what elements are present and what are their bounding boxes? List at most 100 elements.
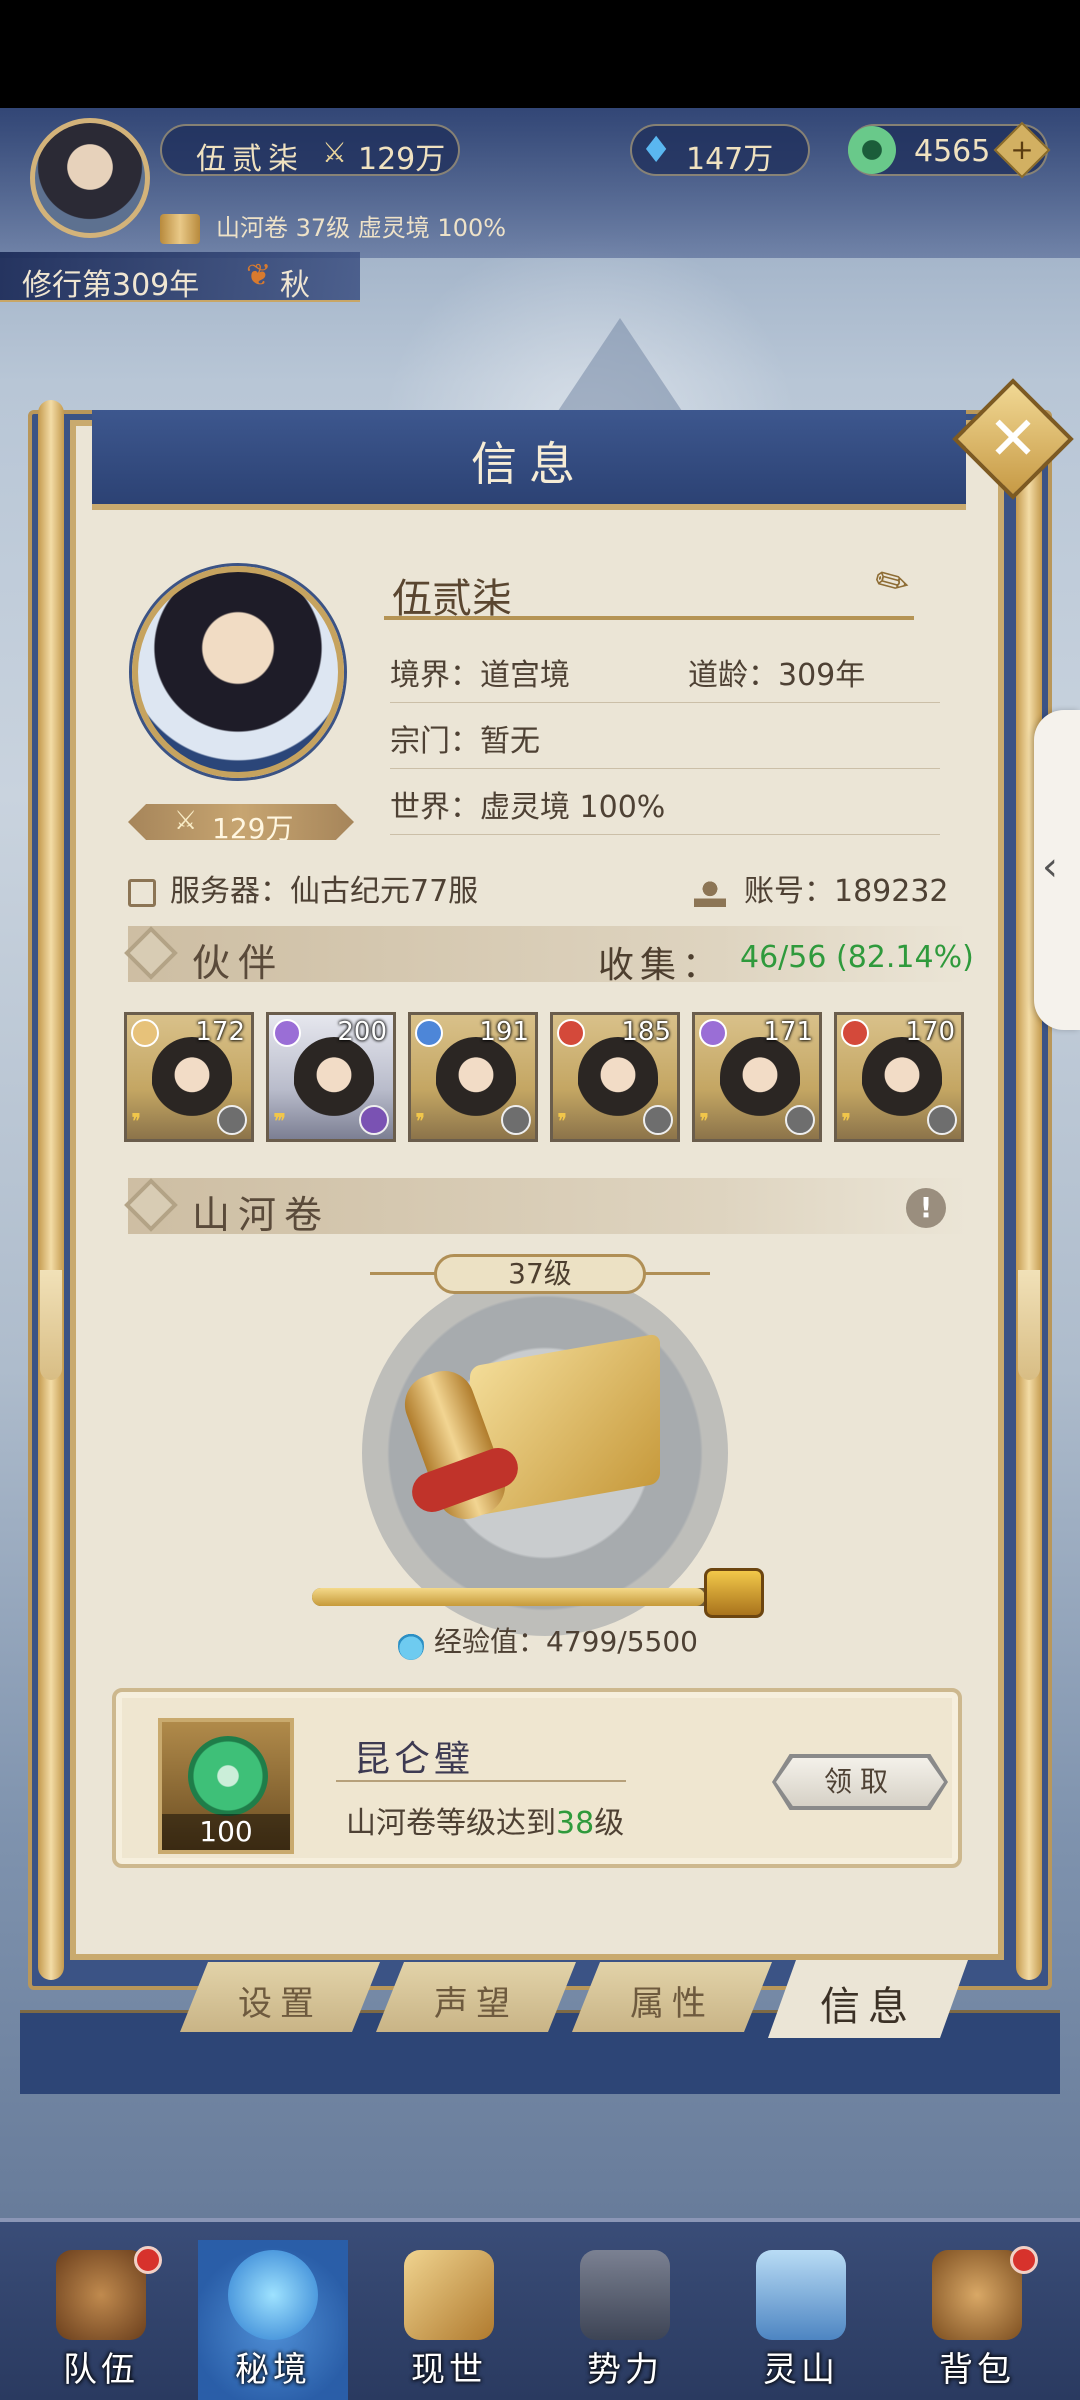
divider [390, 702, 940, 703]
info-warning-icon[interactable]: ! [906, 1188, 946, 1228]
spirit-stone-icon: ♦ [640, 130, 673, 171]
treasure-chest-icon[interactable] [704, 1568, 764, 1618]
partner-stars: ❜❜ [699, 1110, 709, 1135]
tab-label: 声望 [434, 1984, 518, 2024]
tab-info[interactable]: 信息 [768, 1960, 968, 2038]
partner-level: 191 [479, 1017, 529, 1047]
partner-card[interactable]: 170 ❜❜ [834, 1012, 964, 1142]
tab-reputation[interactable]: 声望 [376, 1962, 576, 2032]
tab-label: 设置 [238, 1984, 322, 2024]
scroll-level-banner: 37级 [370, 1254, 710, 1294]
reward-item[interactable]: 100 [158, 1718, 294, 1854]
server-icon [128, 878, 156, 907]
partner-level: 185 [621, 1017, 671, 1047]
diamond-icon [124, 1178, 178, 1232]
panel-title-bar: 信息 [92, 410, 966, 510]
sect-label: 宗门：暂无 [390, 724, 540, 759]
nav-label: 势力 [587, 2350, 663, 2390]
jade-pill[interactable]: 4565 + [848, 121, 1051, 179]
divider [390, 834, 940, 835]
claim-button-label: 领取 [776, 1758, 944, 1806]
top-power-value: 129万 [358, 142, 446, 177]
secret-realm-icon [228, 2250, 318, 2340]
scroll-icon [160, 214, 200, 244]
bottom-nav: 队伍 秘境 现世 势力 灵山 背包 [0, 2218, 1080, 2400]
team-icon [56, 2250, 146, 2340]
partner-level: 171 [763, 1017, 813, 1047]
nav-team[interactable]: 队伍 [26, 2240, 176, 2400]
partner-card[interactable]: 172 ❜❜ [124, 1012, 254, 1142]
partner-level: 170 [905, 1017, 955, 1047]
close-icon: ✕ [987, 404, 1039, 474]
scroll-artwork[interactable] [396, 1330, 680, 1530]
faction-temple-icon [580, 2250, 670, 2340]
scroll-section-header: 山河卷 [124, 1178, 968, 1237]
scroll-info-text: 山河卷 37级 虚灵境 100% [216, 214, 507, 242]
diamond-icon [124, 926, 178, 980]
reward-box: 100 昆仑璧 山河卷等级达到38级 领取 [112, 1688, 962, 1868]
tab-attributes[interactable]: 属性 [572, 1962, 772, 2032]
tab-settings[interactable]: 设置 [180, 1962, 380, 2032]
power-icon: ⚔ [322, 136, 348, 169]
right-scroll-pole [1016, 400, 1042, 1980]
world-label: 世界：虚灵境 100% [390, 790, 666, 825]
reward-description: 山河卷等级达到38级 [346, 1798, 624, 1842]
left-scroll-pole [38, 400, 64, 1980]
player-avatar-small[interactable] [30, 118, 150, 238]
player-avatar[interactable] [132, 566, 344, 778]
left-tassel [40, 1270, 62, 1380]
nav-label: 现世 [411, 2350, 487, 2390]
add-jade-button[interactable]: + [993, 121, 1051, 179]
nav-label: 灵山 [763, 2350, 839, 2390]
side-drawer-handle[interactable]: ‹ [1034, 710, 1080, 1030]
partner-stars: ❜❜ [841, 1110, 851, 1135]
server-label: 服务器：仙古纪元77服 [170, 874, 479, 909]
exp-drop-icon [398, 1626, 424, 1660]
tab-label: 信息 [820, 1984, 916, 2030]
plus-icon: + [1010, 133, 1034, 166]
account-row: 账号：189232 [694, 866, 949, 910]
nav-backpack[interactable]: 背包 [902, 2240, 1052, 2400]
spirit-stone-pill[interactable]: ♦ 147万 [630, 124, 810, 177]
backpack-icon [932, 2250, 1022, 2340]
divider [390, 768, 940, 769]
top-player-name: 伍贰柒 [196, 142, 304, 177]
exp-row: 经验值：4799/5500 [398, 1620, 698, 1660]
element-icon [415, 1019, 443, 1047]
element-icon [841, 1019, 869, 1047]
account-icon [694, 878, 726, 907]
server-row: 服务器：仙古纪元77服 [128, 866, 478, 910]
partners-title: 伙伴 [192, 941, 285, 985]
maple-leaf-icon: ❦ [246, 258, 272, 293]
partner-card[interactable]: 185 ❜❜ [550, 1012, 680, 1142]
reward-desc-prefix: 山河卷等级达到 [346, 1806, 556, 1841]
scroll-title: 山河卷 [192, 1193, 331, 1237]
reward-desc-level: 38 [556, 1806, 595, 1841]
exp-progress-fill [312, 1588, 705, 1606]
element-icon [131, 1019, 159, 1047]
year-bar: 修行第309年 ❦ 秋 [0, 252, 360, 303]
nav-present-world[interactable]: 现世 [374, 2240, 524, 2400]
nav-label: 秘境 [235, 2350, 311, 2390]
partner-stars: ❜❜ [131, 1110, 141, 1135]
nav-faction[interactable]: 势力 [550, 2240, 700, 2400]
partner-card[interactable]: 200 ❜❜❜ [266, 1012, 396, 1142]
partner-card[interactable]: 191 ❜❜ [408, 1012, 538, 1142]
nav-spirit-mountain[interactable]: 灵山 [726, 2240, 876, 2400]
reward-count: 100 [162, 1814, 290, 1850]
element-icon [699, 1019, 727, 1047]
partner-badge-icon [927, 1105, 957, 1135]
spirit-stone-value: 147万 [686, 142, 774, 177]
nav-secret-realm[interactable]: 秘境 [198, 2240, 348, 2400]
partner-card[interactable]: 171 ❜❜ [692, 1012, 822, 1142]
collect-label: 收集： [598, 945, 725, 986]
partner-badge-icon [359, 1105, 389, 1135]
partner-badge-icon [643, 1105, 673, 1135]
reward-desc-suffix: 级 [594, 1806, 625, 1841]
spirit-mountain-icon [756, 2250, 846, 2340]
scroll-info: 山河卷 37级 虚灵境 100% [160, 208, 506, 244]
collect-value: 46/56 (82.14%) [740, 940, 974, 975]
top-status-bar: 伍贰柒 ⚔ 129万 ♦ 147万 4565 + 山河卷 37级 虚灵境 100… [0, 108, 1080, 258]
claim-button[interactable]: 领取 [772, 1754, 948, 1810]
reward-underline [336, 1780, 626, 1782]
